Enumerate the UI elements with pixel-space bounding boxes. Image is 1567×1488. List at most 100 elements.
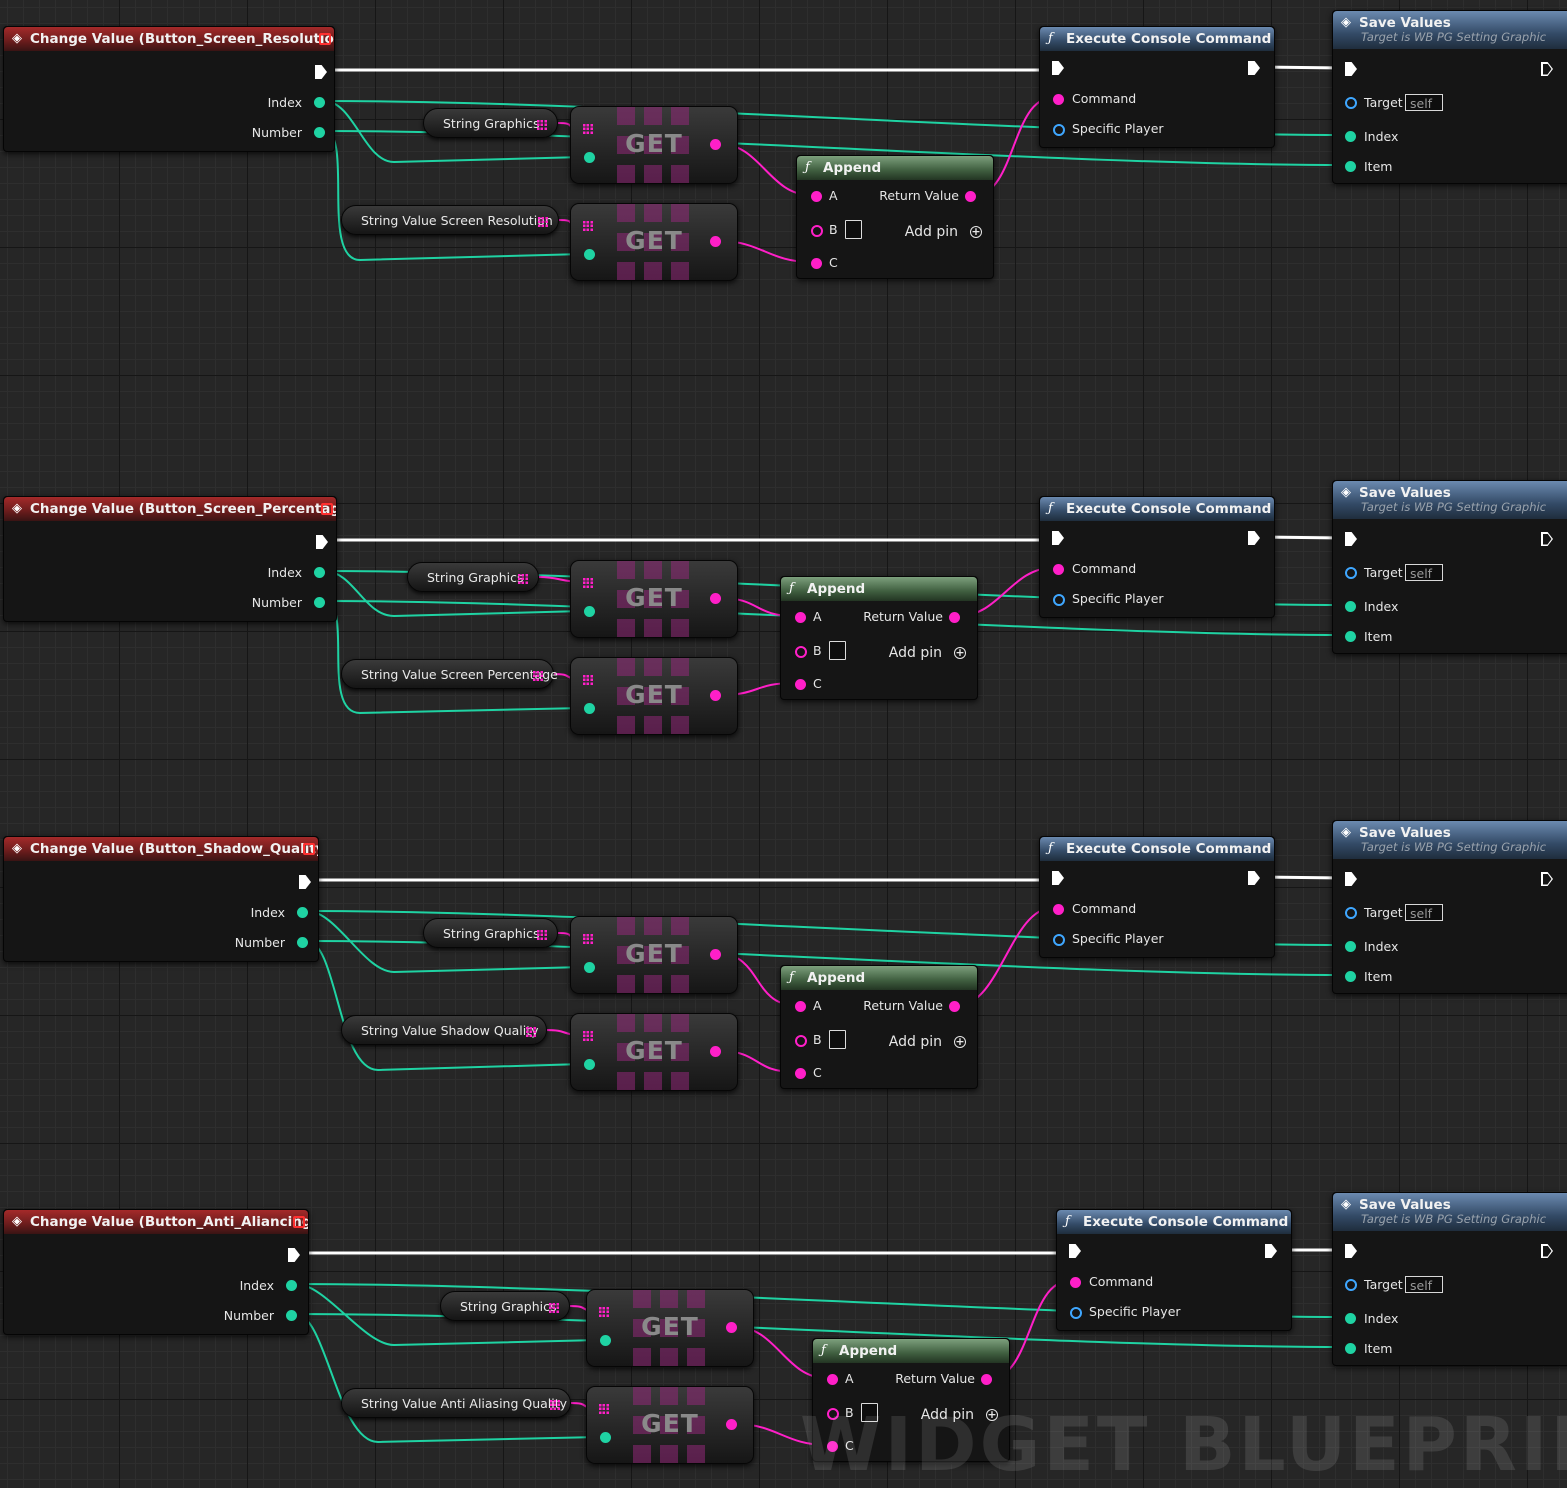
specific-player-pin[interactable] — [1053, 124, 1065, 136]
wire-number-to-get2[interactable] — [323, 600, 584, 715]
get-output-pin[interactable] — [710, 593, 721, 604]
add-pin-plus-icon[interactable]: + — [954, 1036, 966, 1048]
exec-out-pin[interactable] — [315, 65, 327, 79]
append-a-pin[interactable] — [795, 612, 806, 623]
delegate-square-icon[interactable] — [293, 1216, 305, 1228]
delegate-square-icon[interactable] — [303, 843, 315, 855]
event-node[interactable]: ◈ Change Value (Button_Screen_Percentage)… — [3, 496, 337, 622]
get-node-value[interactable]: GET — [586, 1386, 754, 1464]
specific-player-pin[interactable] — [1053, 934, 1065, 946]
exec-in-pin[interactable] — [1345, 872, 1357, 886]
target-pin[interactable] — [1345, 907, 1357, 919]
exec-out-pin[interactable] — [316, 535, 328, 549]
append-b-pin[interactable] — [811, 225, 823, 237]
number-pin[interactable] — [314, 597, 325, 608]
save-item-pin[interactable] — [1345, 161, 1356, 172]
command-pin[interactable] — [1053, 94, 1064, 105]
array-input-icon[interactable] — [583, 221, 593, 231]
append-c-pin[interactable] — [795, 679, 806, 690]
exec-in-pin[interactable] — [1345, 532, 1357, 546]
save-index-pin[interactable] — [1345, 131, 1356, 142]
append-return-pin[interactable] — [981, 1374, 992, 1385]
wire-number-to-get2[interactable] — [323, 130, 584, 262]
exec-out-pin[interactable] — [1248, 531, 1260, 545]
get-index-pin[interactable] — [584, 703, 595, 714]
delegate-square-icon[interactable] — [321, 503, 333, 515]
command-pin[interactable] — [1053, 904, 1064, 915]
get-node-value[interactable]: GET — [570, 203, 738, 281]
index-pin[interactable] — [314, 97, 325, 108]
command-pin[interactable] — [1070, 1277, 1081, 1288]
command-pin[interactable] — [1053, 564, 1064, 575]
index-pin[interactable] — [286, 1280, 297, 1291]
exec-out-pin[interactable] — [1248, 61, 1260, 75]
exec-out-pin[interactable] — [1541, 872, 1553, 886]
delegate-square-icon[interactable] — [319, 33, 331, 45]
target-self-field[interactable]: self — [1405, 94, 1443, 111]
append-return-pin[interactable] — [949, 612, 960, 623]
get-index-pin[interactable] — [600, 1432, 611, 1443]
string-graphics-variable-node[interactable]: String Graphics — [440, 1291, 570, 1321]
target-self-field[interactable]: self — [1405, 564, 1443, 581]
wire-number-to-get2[interactable] — [295, 1313, 600, 1444]
exec-in-pin[interactable] — [1052, 871, 1064, 885]
append-b-pin[interactable] — [795, 1035, 807, 1047]
append-b-checkbox[interactable] — [845, 220, 862, 239]
get-index-pin[interactable] — [600, 1335, 611, 1346]
exec-in-pin[interactable] — [1345, 1244, 1357, 1258]
specific-player-pin[interactable] — [1053, 594, 1065, 606]
get-output-pin[interactable] — [726, 1322, 737, 1333]
number-pin[interactable] — [314, 127, 325, 138]
string-graphics-variable-node[interactable]: String Graphics — [423, 918, 558, 948]
array-input-icon[interactable] — [583, 578, 593, 588]
string-graphics-variable-node[interactable]: String Graphics — [423, 108, 558, 138]
get-output-pin[interactable] — [726, 1419, 737, 1430]
execute-console-command-node[interactable]: ƒ Execute Console Command Command Specific … — [1039, 496, 1275, 618]
string-value-variable-node[interactable]: String Value Screen Resolution — [341, 205, 559, 235]
add-pin-plus-icon[interactable]: + — [954, 647, 966, 659]
event-node[interactable]: ◈ Change Value (Button_Anti_Aliancing) Ind… — [3, 1209, 309, 1335]
get-node-graphics[interactable]: GET — [570, 560, 738, 638]
append-node[interactable]: ƒ Append A Return Value B Add pin + C — [780, 576, 978, 700]
exec-out-pin[interactable] — [299, 875, 311, 889]
target-pin[interactable] — [1345, 1279, 1357, 1291]
string-value-variable-node[interactable]: String Value Screen Percentage — [341, 659, 558, 689]
string-graphics-variable-node[interactable]: String Graphics — [407, 562, 539, 592]
append-node[interactable]: ƒ Append A Return Value B Add pin + C — [780, 965, 978, 1089]
event-node[interactable]: ◈ Change Value (Button_Screen_Resolution)… — [3, 26, 335, 152]
save-values-node[interactable]: ◈ Save Values Target is WB PG Setting Grap… — [1332, 1192, 1567, 1366]
exec-out-pin[interactable] — [1541, 62, 1553, 76]
append-return-pin[interactable] — [965, 191, 976, 202]
array-input-icon[interactable] — [599, 1404, 609, 1414]
append-a-pin[interactable] — [811, 191, 822, 202]
array-input-icon[interactable] — [583, 124, 593, 134]
exec-out-pin[interactable] — [1541, 532, 1553, 546]
event-node[interactable]: ◈ Change Value (Button_Shadow_Quality) Ind… — [3, 836, 319, 962]
string-value-variable-node[interactable]: String Value Anti Aliasing Quality — [341, 1388, 571, 1418]
exec-out-pin[interactable] — [288, 1248, 300, 1262]
append-c-pin[interactable] — [811, 258, 822, 269]
save-values-node[interactable]: ◈ Save Values Target is WB PG Setting Grap… — [1332, 820, 1567, 994]
save-item-pin[interactable] — [1345, 971, 1356, 982]
array-input-icon[interactable] — [583, 675, 593, 685]
number-pin[interactable] — [286, 1310, 297, 1321]
exec-out-pin[interactable] — [1541, 1244, 1553, 1258]
exec-in-pin[interactable] — [1345, 62, 1357, 76]
exec-out-pin[interactable] — [1265, 1244, 1277, 1258]
get-node-value[interactable]: GET — [570, 1013, 738, 1091]
array-input-icon[interactable] — [583, 934, 593, 944]
exec-out-pin[interactable] — [1248, 871, 1260, 885]
save-index-pin[interactable] — [1345, 941, 1356, 952]
exec-in-pin[interactable] — [1052, 61, 1064, 75]
get-output-pin[interactable] — [710, 1046, 721, 1057]
index-pin[interactable] — [314, 567, 325, 578]
save-values-node[interactable]: ◈ Save Values Target is WB PG Setting Grap… — [1332, 10, 1567, 184]
array-input-icon[interactable] — [599, 1307, 609, 1317]
target-pin[interactable] — [1345, 567, 1357, 579]
get-node-graphics[interactable]: GET — [570, 916, 738, 994]
specific-player-pin[interactable] — [1070, 1307, 1082, 1319]
target-self-field[interactable]: self — [1405, 1276, 1443, 1293]
get-index-pin[interactable] — [584, 152, 595, 163]
append-b-checkbox[interactable] — [829, 1030, 846, 1049]
get-index-pin[interactable] — [584, 249, 595, 260]
